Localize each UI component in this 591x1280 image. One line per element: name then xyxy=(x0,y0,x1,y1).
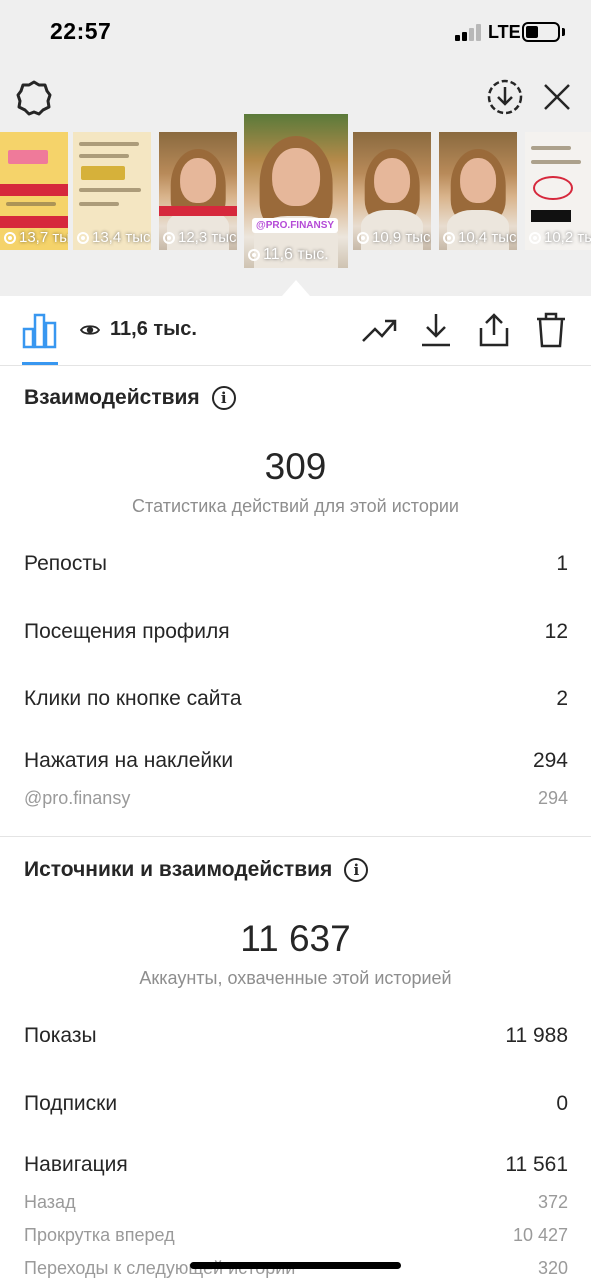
battery-icon xyxy=(522,22,560,42)
story-views: 12,3 тыс. xyxy=(178,229,237,246)
stat-label: Подписки xyxy=(24,1092,118,1115)
sticker-label: @PRO.FINANSY xyxy=(252,218,339,233)
gear-icon[interactable] xyxy=(14,78,54,118)
stat-subrow-forward: Прокрутка вперед 10 427 xyxy=(24,1225,568,1246)
selected-story-pointer xyxy=(282,280,310,296)
trend-icon[interactable] xyxy=(360,312,400,348)
stat-value: 1 xyxy=(556,552,568,575)
stat-row-navigation: Навигация 11 561 xyxy=(24,1153,568,1177)
home-indicator[interactable] xyxy=(190,1262,401,1269)
eye-icon xyxy=(80,324,100,335)
stat-sublabel: @pro.finansy xyxy=(24,788,131,808)
status-bar: 22:57 LTE xyxy=(0,0,591,64)
trash-icon[interactable] xyxy=(533,310,569,350)
download-circle-icon[interactable] xyxy=(486,78,524,116)
status-time: 22:57 xyxy=(50,18,112,44)
stat-label: Показы xyxy=(24,1024,97,1047)
story-views: 10,9 тыс. xyxy=(372,229,431,246)
network-label: LTE xyxy=(488,22,521,42)
stat-subvalue: 10 427 xyxy=(512,1225,568,1245)
toolbar-views-value: 11,6 тыс. xyxy=(110,318,197,340)
stat-row-website-clicks: Клики по кнопке сайта 2 xyxy=(24,687,568,711)
story-thumbnail[interactable]: 10,9 тыс. xyxy=(353,132,431,250)
interactions-total: 309 xyxy=(264,446,327,487)
story-thumbnail[interactable]: 12,3 тыс. xyxy=(159,132,237,250)
interactions-title-text: Взаимодействия xyxy=(24,386,200,409)
toolbar-views: 11,6 тыс. xyxy=(80,318,197,341)
download-icon[interactable] xyxy=(418,310,454,350)
stat-subrow-sticker: @pro.finansy 294 xyxy=(24,788,568,809)
stat-sublabel: Назад xyxy=(24,1192,76,1212)
section-divider xyxy=(0,836,591,837)
stat-subvalue: 372 xyxy=(537,1192,568,1212)
stat-row-profile-visits: Посещения профиля 12 xyxy=(24,620,568,644)
stat-value: 11 561 xyxy=(505,1153,568,1176)
bar-chart-icon[interactable] xyxy=(22,310,58,350)
stat-label: Посещения профиля xyxy=(24,620,230,643)
stat-sublabel: Прокрутка вперед xyxy=(24,1225,175,1245)
signal-icon xyxy=(455,24,483,41)
discovery-total: 11 637 xyxy=(240,918,351,959)
stat-label: Репосты xyxy=(24,552,108,575)
story-views: 13,7 тыс. xyxy=(19,229,68,246)
story-thumbnail[interactable]: 13,4 тыс. xyxy=(73,132,151,250)
discovery-subtitle: Аккаунты, охваченные этой историей xyxy=(139,968,452,988)
stat-label: Нажатия на наклейки xyxy=(24,749,234,772)
stat-label: Клики по кнопке сайта xyxy=(24,687,242,710)
active-tab-indicator xyxy=(22,362,58,365)
story-thumbnail[interactable]: 13,7 тыс. xyxy=(0,132,68,250)
stat-value: 12 xyxy=(544,620,568,643)
stat-value: 294 xyxy=(532,749,568,772)
stat-value: 11 988 xyxy=(505,1024,568,1047)
close-icon[interactable] xyxy=(538,78,576,116)
stat-value: 2 xyxy=(556,687,568,710)
stat-row-follows: Подписки 0 xyxy=(24,1092,568,1116)
story-thumbnail[interactable]: 10,4 тыс. xyxy=(439,132,517,250)
discovery-title: Источники и взаимодействия i xyxy=(24,858,369,882)
story-views: 13,4 тыс. xyxy=(92,229,151,246)
share-icon[interactable] xyxy=(476,310,512,350)
discovery-title-text: Источники и взаимодействия xyxy=(24,858,333,881)
story-thumbnail-strip[interactable]: 13,7 тыс. 13,4 тыс. 12,3 тыс. @PRO.FINAN… xyxy=(0,114,591,274)
stat-row-reposts: Репосты 1 xyxy=(24,552,568,576)
info-icon[interactable]: i xyxy=(344,858,369,882)
stat-label: Навигация xyxy=(24,1153,128,1176)
story-thumbnail[interactable]: 10,2 тыс. xyxy=(525,132,591,250)
interactions-title: Взаимодействия i xyxy=(24,386,236,410)
battery-tip xyxy=(562,28,565,36)
story-views: 10,2 тыс. xyxy=(544,229,591,246)
stat-subvalue: 294 xyxy=(537,788,568,808)
stat-value: 0 xyxy=(556,1092,568,1115)
interactions-subtitle: Статистика действий для этой истории xyxy=(132,496,459,516)
story-views: 11,6 тыс. xyxy=(263,246,329,263)
story-views: 10,4 тыс. xyxy=(458,229,517,246)
story-thumbnail-selected[interactable]: @PRO.FINANSY 11,6 тыс. xyxy=(244,114,348,268)
stat-subvalue: 320 xyxy=(537,1258,568,1278)
stat-row-impressions: Показы 11 988 xyxy=(24,1024,568,1048)
insights-toolbar: 11,6 тыс. xyxy=(0,296,591,366)
stat-subrow-back: Назад 372 xyxy=(24,1192,568,1213)
info-icon[interactable]: i xyxy=(211,386,236,410)
stat-row-sticker-taps: Нажатия на наклейки 294 xyxy=(24,749,568,773)
